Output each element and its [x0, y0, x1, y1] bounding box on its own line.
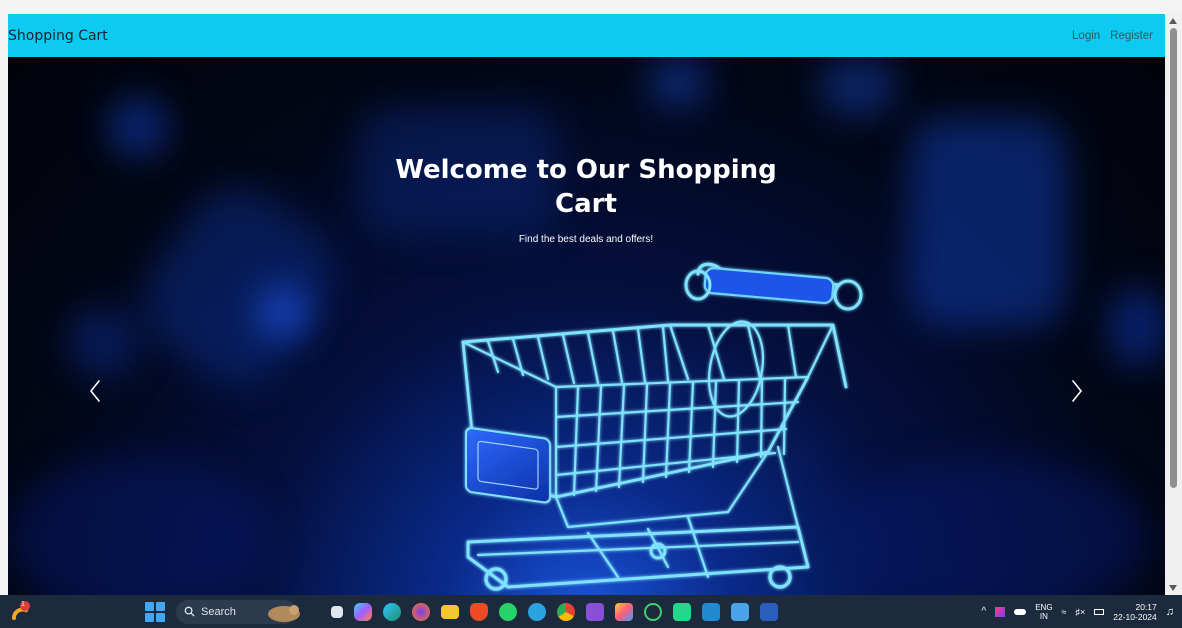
notification-badge: 1 — [21, 601, 25, 608]
paint-icon[interactable] — [615, 602, 633, 621]
clock-date: 22-10-2024 — [1113, 611, 1157, 622]
task-view-icon[interactable] — [331, 605, 343, 618]
taskbar-search[interactable]: Search — [176, 599, 300, 624]
visual-studio-icon[interactable] — [586, 602, 604, 621]
vertical-scrollbar[interactable] — [1165, 14, 1182, 595]
battery-icon[interactable] — [1094, 608, 1105, 615]
obs-icon[interactable] — [644, 602, 662, 621]
navbar-brand[interactable]: Shopping Cart — [8, 28, 108, 44]
clock[interactable]: 20:17 22-10-2024 — [1113, 602, 1156, 622]
hero-carousel: Welcome to Our Shopping Cart Find the be… — [8, 57, 1165, 595]
pycharm-icon[interactable] — [673, 602, 691, 621]
login-link[interactable]: Login — [1072, 30, 1100, 42]
shopping-cart-illustration — [461, 262, 863, 591]
language-indicator[interactable]: ENG IN — [1035, 603, 1052, 621]
whatsapp-icon[interactable] — [499, 602, 517, 621]
volume-muted-icon[interactable]: ♯× — [1076, 607, 1086, 617]
scrollbar-thumb[interactable] — [1170, 28, 1177, 488]
search-icon — [184, 606, 195, 617]
carousel-next-button[interactable] — [1057, 369, 1097, 413]
register-link[interactable]: Register — [1110, 30, 1153, 42]
clock-time: 20:17 — [1135, 601, 1157, 612]
wifi-icon[interactable]: ≈ — [1062, 607, 1067, 617]
word-icon[interactable] — [760, 602, 778, 621]
scroll-up-arrow-icon[interactable] — [1169, 18, 1177, 24]
notepad-icon[interactable] — [731, 602, 749, 621]
firefox-icon[interactable] — [412, 602, 430, 621]
chevron-right-icon — [1072, 380, 1083, 402]
lang-line1: ENG — [1035, 602, 1053, 612]
system-tray: ^ ENG IN ≈ ♯× 20:17 22-10-2024 ♫ — [982, 598, 1175, 625]
chevron-up-icon[interactable]: ^ — [982, 606, 987, 617]
taskbar-apps: Search — [145, 599, 778, 624]
brave-icon[interactable] — [470, 602, 488, 621]
navbar: Shopping Cart Login Register — [8, 14, 1165, 57]
file-explorer-icon[interactable] — [441, 604, 459, 619]
browser-viewport: Shopping Cart Login Register Welcome to … — [8, 14, 1165, 595]
carousel-prev-button[interactable] — [75, 369, 115, 413]
start-button[interactable] — [145, 601, 165, 622]
scroll-down-arrow-icon[interactable] — [1169, 585, 1177, 591]
weather-widget[interactable]: 1 — [10, 600, 34, 624]
lang-line2: IN — [1039, 611, 1048, 621]
telegram-icon[interactable] — [528, 602, 546, 621]
hero-title: Welcome to Our Shopping Cart — [368, 153, 804, 221]
navbar-links: Login Register — [1072, 30, 1153, 42]
search-placeholder: Search — [201, 605, 236, 618]
notification-bell-icon[interactable]: ♫ — [1166, 606, 1174, 618]
windows-taskbar: 1 Search ^ ENG IN ≈ ♯× 20:17 22-10-2024 … — [0, 595, 1182, 628]
search-highlight-icon — [268, 604, 300, 622]
vscode-icon[interactable] — [702, 602, 720, 621]
chrome-icon[interactable] — [557, 602, 575, 621]
hero-title-line1: Welcome to Our Shopping — [395, 155, 777, 185]
tray-app-icon[interactable] — [995, 606, 1006, 617]
edge-icon[interactable] — [383, 602, 401, 621]
screen: Shopping Cart Login Register Welcome to … — [0, 0, 1182, 628]
copilot-icon[interactable] — [354, 602, 372, 621]
hero-title-line2: Cart — [555, 189, 617, 219]
hero-subtitle: Find the best deals and offers! — [518, 234, 654, 245]
chevron-left-icon — [89, 380, 100, 402]
onedrive-icon[interactable] — [1014, 608, 1027, 615]
